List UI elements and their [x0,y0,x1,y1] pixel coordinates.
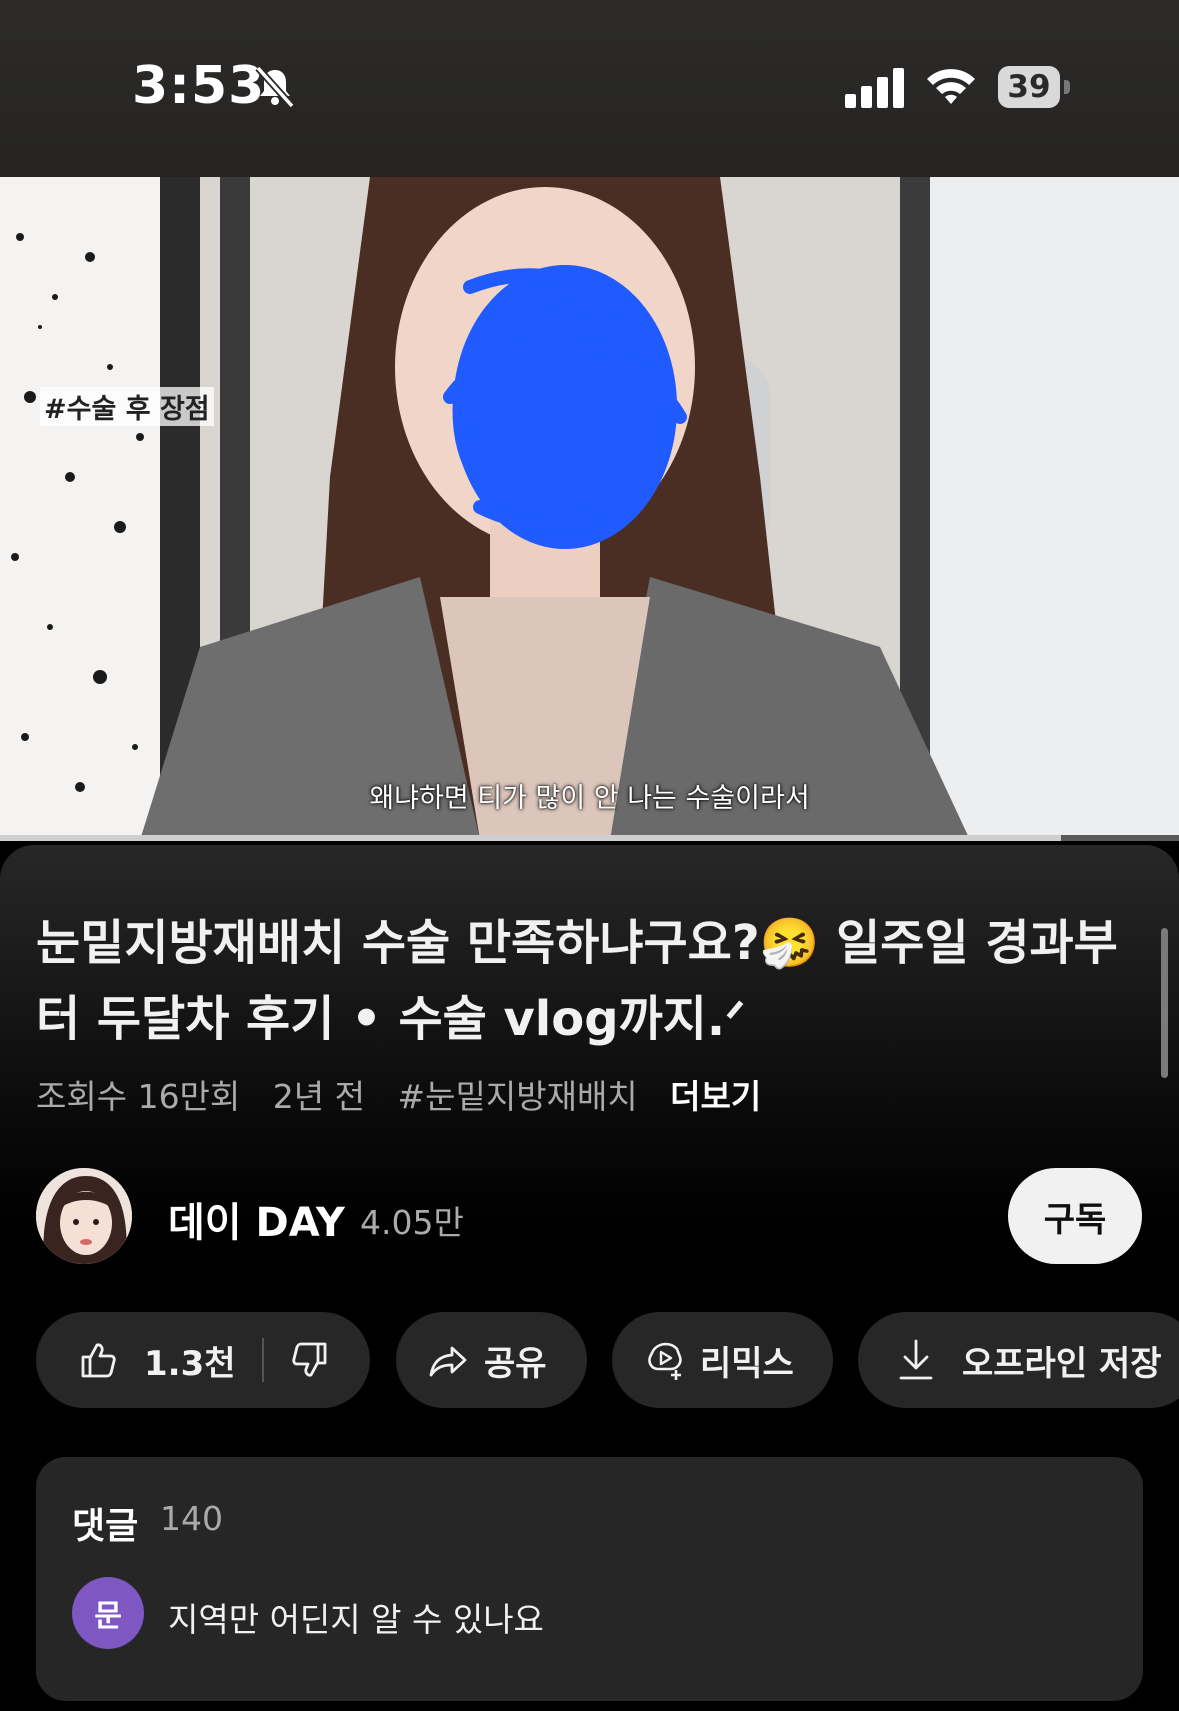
offline-save-button[interactable]: 오프라인 저장 [858,1312,1179,1408]
remix-icon [648,1342,682,1380]
download-icon [899,1339,933,1380]
comments-count: 140 [160,1499,223,1538]
signal-icon [845,68,904,108]
share-label: 공유 [484,1343,547,1384]
remix-button[interactable]: 리믹스 [612,1312,833,1408]
video-meta[interactable]: 조회수 16만회 2년 전 #눈밑지방재배치 더보기 [36,1070,783,1118]
wifi-icon [927,69,975,104]
video-hashtag-overlay: #수술 후 장점 [40,387,214,426]
scrollbar[interactable] [1161,928,1168,1078]
video-progress-fill [0,835,1062,841]
avatar-image [36,1168,132,1264]
upload-age: 2년 전 [272,1077,365,1116]
offline-save-label: 오프라인 저장 [962,1343,1162,1384]
video-player[interactable]: #수술 후 장점 [0,177,1179,840]
thumbs-down-icon[interactable] [290,1340,330,1380]
share-icon [429,1346,467,1377]
bell-slash-icon [255,65,295,109]
status-bar: 3:53 39 [0,0,1179,177]
like-separator [261,1338,264,1382]
comments-section[interactable]: 댓글 140 문 지역만 어딘지 알 수 있나요 [36,1457,1143,1701]
comments-label: 댓글 [72,1506,139,1547]
like-count[interactable]: 1.3천 [144,1336,236,1385]
channel-avatar[interactable] [36,1168,132,1264]
video-title[interactable]: 눈밑지방재배치 수술 만족하냐구요?🤧 일주일 경과부터 두달차 후기 • 수술… [36,905,1136,1057]
video-hashtag[interactable]: #눈밑지방재배치 [398,1077,638,1116]
video-frame [0,177,1179,840]
view-count: 조회수 16만회 [36,1077,241,1116]
remix-label: 리믹스 [700,1343,794,1384]
commenter-avatar: 문 [72,1577,144,1649]
status-time: 3:53 [132,56,266,116]
battery-level: 39 [998,66,1060,108]
comment-preview-text: 지역만 어딘지 알 수 있나요 [168,1600,544,1639]
video-progress-bar[interactable] [0,835,1179,841]
channel-name[interactable]: 데이 DAY [168,1190,345,1248]
more-button[interactable]: 더보기 [670,1077,761,1116]
battery-icon: 39 [998,66,1072,108]
share-button[interactable]: 공유 [396,1312,587,1408]
video-subtitle: 왜냐하면 티가 많이 안 나는 수술이라서 [369,783,810,814]
thumbs-up-icon[interactable] [78,1340,118,1380]
subscribe-button[interactable]: 구독 [1008,1168,1142,1264]
subscriber-count: 4.05만 [360,1203,464,1242]
like-dislike-group: 1.3천 [36,1312,370,1408]
